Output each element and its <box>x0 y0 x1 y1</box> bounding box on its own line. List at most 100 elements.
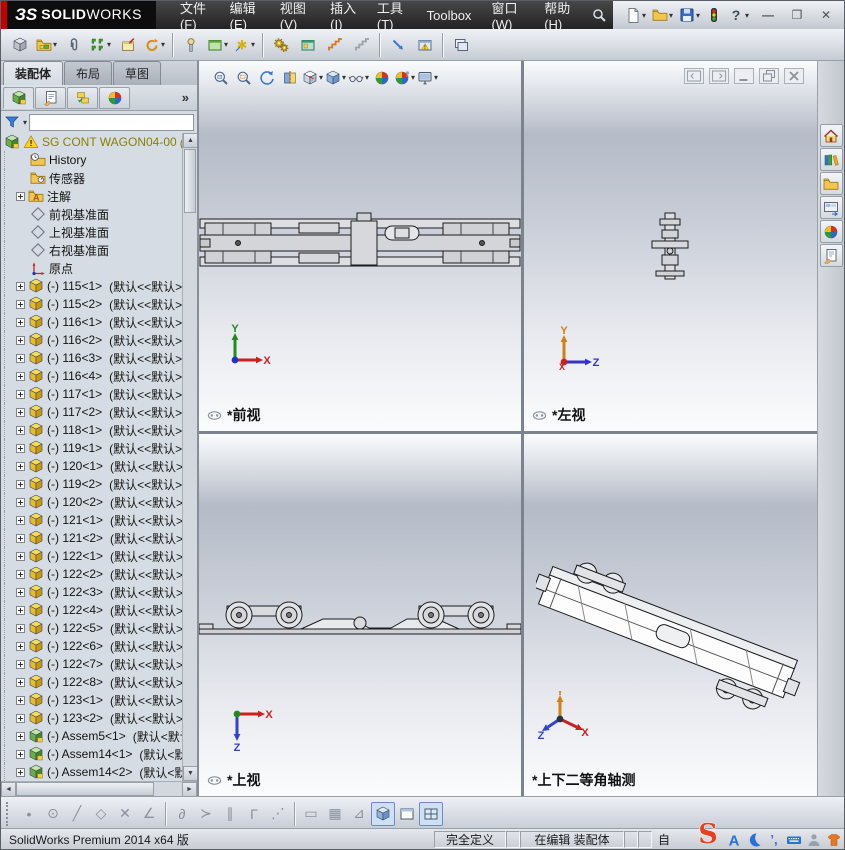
tree-item[interactable]: (-) 116<4> (默认<<默认> <box>1 367 182 385</box>
tree-expand-icon[interactable] <box>16 641 25 651</box>
tree-item[interactable]: (-) 123<1> (默认<<默认> <box>1 691 182 709</box>
dropdown-caret-icon[interactable]: ▾ <box>161 40 165 49</box>
tree-expand-icon[interactable] <box>16 191 25 201</box>
tab-2[interactable]: 草图 <box>113 61 162 85</box>
tree-item[interactable]: (-) 121<2> (默认<<默认> <box>1 529 182 547</box>
tab-1[interactable]: 布局 <box>64 61 113 85</box>
tree-item[interactable]: (-) 117<1> (默认<<默认> <box>1 385 182 403</box>
tree-horizontal-scrollbar[interactable]: ◄ ► <box>1 781 197 796</box>
horizontal-scroll-thumb[interactable] <box>16 782 154 796</box>
hide-show-items-button[interactable]: ▾ <box>347 66 370 89</box>
scroll-up-button[interactable]: ▲ <box>183 133 197 148</box>
smart-fasteners-button[interactable] <box>177 31 204 58</box>
tree-expand-icon[interactable] <box>16 443 25 453</box>
tree-item[interactable]: 传感器 <box>1 169 182 187</box>
sketch-arrowhead-button[interactable]: ≻ <box>194 802 218 826</box>
tree-expand-icon[interactable] <box>16 605 25 615</box>
viewport-four-button[interactable] <box>419 801 443 826</box>
search-icon[interactable] <box>585 1 613 29</box>
dropdown-caret-icon[interactable]: ▾ <box>251 40 255 49</box>
tree-item[interactable]: 原点 <box>1 259 182 277</box>
scroll-left-button[interactable]: ◄ <box>1 782 16 796</box>
view-orientation-button[interactable]: ▾ <box>301 66 324 89</box>
filter-funnel-icon[interactable] <box>4 114 20 130</box>
tree-item[interactable]: 右视基准面 <box>1 241 182 259</box>
panel-tabs-overflow-button[interactable]: » <box>176 90 195 105</box>
tree-root-item[interactable]: !SG CONT WAGON04-00 (默 <box>1 133 182 151</box>
tree-expand-icon[interactable] <box>16 425 25 435</box>
new-document-button[interactable]: ▾ <box>623 5 648 25</box>
previous-view-button[interactable] <box>255 66 278 89</box>
minimize-button[interactable]: — <box>756 6 780 24</box>
ime-soft-keyboard-button[interactable] <box>786 832 802 848</box>
tree-expand-icon[interactable] <box>16 533 25 543</box>
tree-item[interactable]: (-) 122<8> (默认<<默认> <box>1 673 182 691</box>
tree-item[interactable]: (-) 120<2> (默认<<默认> <box>1 493 182 511</box>
insert-components-button[interactable]: ▾ <box>33 31 60 58</box>
tree-expand-icon[interactable] <box>16 479 25 489</box>
tree-item[interactable]: (-) 122<5> (默认<<默认> <box>1 619 182 637</box>
ime-language-a-button[interactable]: A <box>726 832 742 849</box>
viewport-front[interactable]: Y X *前视 <box>199 61 521 431</box>
tree-expand-icon[interactable] <box>16 731 25 741</box>
viewport-single-button[interactable] <box>395 802 419 826</box>
ime-account-button[interactable] <box>806 832 822 848</box>
view-settings-button[interactable]: ▾ <box>416 66 439 89</box>
display-style-button[interactable]: ▾ <box>324 66 347 89</box>
close-button[interactable]: ✕ <box>814 6 838 24</box>
toolbar-drag-handle[interactable] <box>6 801 13 826</box>
dropdown-caret-icon[interactable]: ▾ <box>342 73 346 82</box>
window-restore-button[interactable] <box>759 68 779 84</box>
snap-ruler-button[interactable]: ▭ <box>299 802 323 826</box>
ime-punctuation-button[interactable]: ’, <box>766 832 782 848</box>
window-close-button[interactable] <box>784 68 804 84</box>
dropdown-caret-icon[interactable]: ▾ <box>745 11 749 20</box>
viewport-left[interactable]: Y Z X *左视 <box>524 61 844 431</box>
linear-component-pattern-button[interactable]: ▾ <box>87 31 114 58</box>
sketch-angle-button[interactable]: ∠ <box>137 802 161 826</box>
dropdown-caret-icon[interactable]: ▾ <box>669 11 673 20</box>
dropdown-caret-icon[interactable]: ▾ <box>696 11 700 20</box>
vertical-scroll-thumb[interactable] <box>184 149 196 213</box>
dropdown-caret-icon[interactable]: ▾ <box>107 40 111 49</box>
custom-properties-button[interactable] <box>819 244 843 267</box>
tree-item[interactable]: A 注解 <box>1 187 182 205</box>
tree-expand-icon[interactable] <box>16 371 25 381</box>
tree-item[interactable]: (-) Assem14<2> (默认<默 <box>1 763 182 781</box>
tree-expand-icon[interactable] <box>16 587 25 597</box>
tree-item[interactable]: (-) 119<1> (默认<<默认> <box>1 439 182 457</box>
tree-vertical-scrollbar[interactable]: ▲ ▼ <box>182 133 197 781</box>
menu-7[interactable]: 帮助(H) <box>534 0 585 37</box>
component-preview-window-button[interactable] <box>447 31 474 58</box>
sketch-point-button[interactable]: • <box>17 802 41 826</box>
tree-expand-icon[interactable] <box>16 515 25 525</box>
tree-expand-icon[interactable] <box>16 551 25 561</box>
sogou-logo-button[interactable]: S <box>694 820 722 848</box>
tree-item[interactable]: History <box>1 151 182 169</box>
tree-item[interactable]: (-) 120<1> (默认<<默认> <box>1 457 182 475</box>
tree-item[interactable]: (-) 116<2> (默认<<默认> <box>1 331 182 349</box>
sketch-spline-button[interactable]: ∂ <box>170 802 194 826</box>
tree-item[interactable]: (-) 115<2> (默认<<默认> <box>1 295 182 313</box>
tree-expand-icon[interactable] <box>16 389 25 399</box>
exploded-view-button[interactable] <box>294 31 321 58</box>
tree-item[interactable]: (-) 122<7> (默认<<默认> <box>1 655 182 673</box>
snap-grid-button[interactable]: ▦ <box>323 802 347 826</box>
sketch-perpendicular-button[interactable]: Γ <box>242 802 266 826</box>
tree-filter-input[interactable] <box>29 113 194 131</box>
tree-expand-icon[interactable] <box>16 353 25 363</box>
performance-monitor-button[interactable] <box>704 5 724 25</box>
horizontal-scroll-track[interactable] <box>154 782 182 796</box>
apply-scene-button[interactable]: ▾ <box>393 66 416 89</box>
appearances-scenes-button[interactable] <box>819 220 843 243</box>
section-view-button[interactable] <box>278 66 301 89</box>
tree-expand-icon[interactable] <box>16 407 25 417</box>
zoom-to-area-button[interactable] <box>232 66 255 89</box>
scroll-right-button[interactable]: ► <box>182 782 197 796</box>
featuremanager-design-tree-tab[interactable] <box>3 86 34 109</box>
tree-expand-icon[interactable] <box>16 317 25 327</box>
sketch-line-button[interactable]: ╱ <box>65 802 89 826</box>
move-component-button[interactable] <box>114 31 141 58</box>
sketch-polygon-button[interactable]: ◇ <box>89 802 113 826</box>
tree-item[interactable]: (-) 122<2> (默认<<默认> <box>1 565 182 583</box>
